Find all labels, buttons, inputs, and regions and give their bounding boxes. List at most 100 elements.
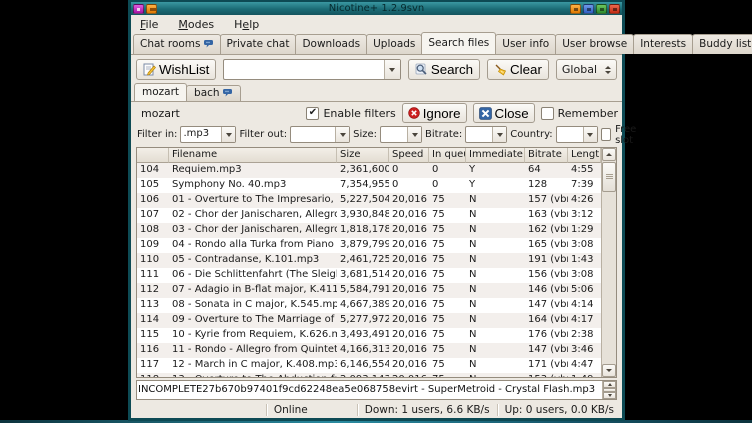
table-row[interactable]: 11813 - Overture to The Abduction from t… xyxy=(137,373,601,377)
free-slot-checkline[interactable]: ✔ Free slot xyxy=(601,124,639,146)
table-row[interactable]: 11207 - Adagio in B-flat major, K.411.mp… xyxy=(137,283,601,298)
bitrate-filter-dropdown[interactable] xyxy=(492,127,506,142)
country-filter-dropdown[interactable] xyxy=(583,127,597,142)
table-row[interactable]: 11106 - Die Schlittenfahrt (The Sleighri… xyxy=(137,268,601,283)
scrollbar-track[interactable] xyxy=(602,193,616,364)
cell-index: 108 xyxy=(137,223,169,238)
search-button[interactable]: Search xyxy=(408,59,480,80)
filter-out-value[interactable] xyxy=(291,127,335,142)
tab-private-chat[interactable]: Private chat xyxy=(220,34,297,54)
cell-speed: 20,016 xyxy=(389,223,429,238)
bitrate-filter-value[interactable] xyxy=(466,127,492,142)
search-button-label: Search xyxy=(431,62,473,77)
close-search-button[interactable]: Close xyxy=(473,103,535,123)
tab-downloads[interactable]: Downloads xyxy=(295,34,367,54)
filter-in-combo[interactable]: .mp3 xyxy=(180,126,236,143)
window-shade-button[interactable] xyxy=(570,4,581,14)
column-header-length[interactable]: Length xyxy=(568,148,601,163)
free-slot-checkbox[interactable]: ✔ xyxy=(601,128,611,141)
tab-user-info[interactable]: User info xyxy=(495,34,556,54)
window-close-button[interactable] xyxy=(609,4,620,14)
remember-checkbox[interactable]: ✔ xyxy=(541,107,554,120)
column-header-bitrate[interactable]: Bitrate xyxy=(525,148,568,163)
incomplete-file-text[interactable]: INCOMPLETE27b670b97401f9cd62248ea5e06875… xyxy=(137,381,602,399)
menu-help[interactable]: Help xyxy=(232,17,261,32)
scroll-up-button[interactable] xyxy=(602,148,616,161)
search-scope-select[interactable]: Global xyxy=(556,59,617,80)
tab-chat-rooms[interactable]: Chat rooms xyxy=(133,34,221,54)
results-vertical-scrollbar[interactable] xyxy=(601,148,616,377)
size-filter-dropdown[interactable] xyxy=(407,127,421,142)
cell-length: 2:38 xyxy=(568,328,601,343)
size-filter-combo[interactable] xyxy=(380,126,422,143)
table-row[interactable]: 10601 - Overture to The Impresario, K.48… xyxy=(137,193,601,208)
scroll-down-button[interactable] xyxy=(602,364,616,377)
table-row[interactable]: 10702 - Chor der Janischaren, Allegro fr… xyxy=(137,208,601,223)
wishlist-button[interactable]: WishList xyxy=(136,59,216,80)
table-row[interactable]: 11712 - March in C major, K.408.mp36,146… xyxy=(137,358,601,373)
filter-in-dropdown[interactable] xyxy=(221,127,235,142)
search-input[interactable] xyxy=(224,60,383,79)
tab-uploads[interactable]: Uploads xyxy=(366,34,422,54)
cell-in-queue: 75 xyxy=(429,343,466,358)
menu-file[interactable]: File xyxy=(138,17,160,32)
cell-filename: 02 - Chor der Janischaren, Allegro from xyxy=(169,208,337,223)
ignore-button[interactable]: Ignore xyxy=(402,103,467,123)
size-filter-value[interactable] xyxy=(381,127,407,142)
table-row[interactable]: 11005 - Contradanse, K.101.mp32,461,7252… xyxy=(137,253,601,268)
table-row[interactable]: 11611 - Rondo - Allegro from Quintet in … xyxy=(137,343,601,358)
tab-search-files[interactable]: Search files xyxy=(421,32,496,54)
table-row[interactable]: 105Symphony No. 40.mp37,354,95500Y1287:3… xyxy=(137,178,601,193)
cell-filename: 11 - Rondo - Allegro from Quintet in E-f xyxy=(169,343,337,358)
titlebar[interactable]: Nicotine+ 1.2.9svn xyxy=(131,2,622,15)
column-header-filename[interactable]: Filename xyxy=(169,148,337,163)
menu-modes[interactable]: Modes xyxy=(176,17,216,32)
filter-out-combo[interactable] xyxy=(290,126,350,143)
scrollbar-thumb[interactable] xyxy=(602,162,616,192)
table-row[interactable]: 11409 - Overture to The Marriage of Figa… xyxy=(137,313,601,328)
country-filter-value[interactable] xyxy=(557,127,583,142)
column-header-immediate[interactable]: Immediate xyxy=(466,148,525,163)
cell-size: 2,093,143 xyxy=(337,373,389,377)
filter-in-value[interactable]: .mp3 xyxy=(181,127,221,142)
cell-filename: 12 - March in C major, K.408.mp3 xyxy=(169,358,337,373)
tab-user-browse[interactable]: User browse xyxy=(555,34,634,54)
bitrate-filter-combo[interactable] xyxy=(465,126,507,143)
table-row[interactable]: 11510 - Kyrie from Requiem, K.626.mp33,4… xyxy=(137,328,601,343)
incomplete-scrollbar[interactable] xyxy=(602,381,616,399)
table-row[interactable]: 11308 - Sonata in C major, K.545.mp34,66… xyxy=(137,298,601,313)
window-pin-button[interactable] xyxy=(146,4,157,14)
table-row[interactable]: 104Requiem.mp32,361,60000Y644:55 xyxy=(137,163,601,178)
mini-scroll-down-button[interactable] xyxy=(603,392,616,399)
remember-checkline[interactable]: ✔ Remember xyxy=(541,107,618,120)
cell-immediate: N xyxy=(466,373,525,377)
result-tab-mozart[interactable]: mozart xyxy=(134,83,187,101)
mini-scroll-up-button[interactable] xyxy=(603,381,616,388)
window-maximize-button[interactable] xyxy=(596,4,607,14)
column-header-in-queue[interactable]: In queue xyxy=(429,148,466,163)
column-header-size[interactable]: Size xyxy=(337,148,389,163)
cell-immediate: N xyxy=(466,298,525,313)
table-row[interactable]: 10803 - Chor der Janischaren, Allegro vi… xyxy=(137,223,601,238)
country-filter-combo[interactable] xyxy=(556,126,598,143)
enable-filters-checkline[interactable]: ✔ Enable filters xyxy=(306,107,395,120)
tab-interests[interactable]: Interests xyxy=(633,34,693,54)
arrow-down-icon xyxy=(608,394,612,397)
result-tab-bach[interactable]: bach xyxy=(186,85,241,101)
cell-length: 1:49 xyxy=(568,373,601,377)
cell-in-queue: 75 xyxy=(429,268,466,283)
column-header-index[interactable] xyxy=(137,148,169,163)
table-row[interactable]: 10904 - Rondo alla Turka from Piano Sona… xyxy=(137,238,601,253)
tab-label: User browse xyxy=(562,38,627,50)
clear-button[interactable]: Clear xyxy=(487,59,549,80)
query-label: mozart xyxy=(141,107,180,120)
column-header-speed[interactable]: Speed xyxy=(389,148,429,163)
enable-filters-checkbox[interactable]: ✔ xyxy=(306,107,319,120)
wishlist-icon xyxy=(143,63,156,76)
cell-index: 107 xyxy=(137,208,169,223)
tab-buddy-list[interactable]: Buddy list xyxy=(692,34,752,54)
window-minimize-button[interactable] xyxy=(583,4,594,14)
search-entry-dropdown[interactable] xyxy=(384,60,400,79)
filter-out-dropdown[interactable] xyxy=(335,127,349,142)
window-menu-button[interactable] xyxy=(133,4,144,14)
